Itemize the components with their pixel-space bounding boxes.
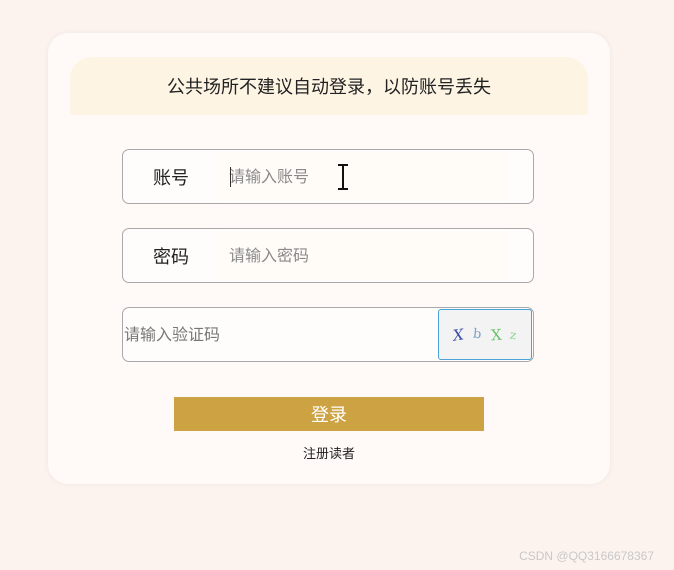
captcha-char: z: [509, 327, 518, 342]
captcha-char: X: [452, 324, 466, 345]
captcha-char: b: [472, 326, 483, 343]
password-field[interactable]: 密码: [122, 228, 534, 283]
notice-text: 公共场所不建议自动登录，以防账号丢失: [167, 77, 491, 98]
account-input[interactable]: [219, 152, 507, 201]
account-field[interactable]: 账号: [122, 149, 534, 204]
text-caret: [230, 167, 231, 187]
notice-banner: 公共场所不建议自动登录，以防账号丢失: [70, 57, 588, 115]
captcha-char: X: [489, 325, 502, 344]
account-label: 账号: [153, 167, 189, 189]
watermark: CSDN @QQ3166678367: [519, 549, 654, 563]
text-ibeam-cursor-icon: [338, 164, 348, 190]
login-card: 公共场所不建议自动登录，以防账号丢失 账号 密码 X b X z 登录 注册读者: [48, 33, 610, 484]
captcha-input[interactable]: [123, 310, 423, 359]
register-link[interactable]: 注册读者: [48, 443, 610, 462]
password-input[interactable]: [219, 231, 507, 280]
captcha-image[interactable]: X b X z: [438, 309, 532, 360]
password-label: 密码: [153, 246, 189, 268]
captcha-field[interactable]: X b X z: [122, 307, 534, 362]
login-button[interactable]: 登录: [174, 397, 484, 431]
